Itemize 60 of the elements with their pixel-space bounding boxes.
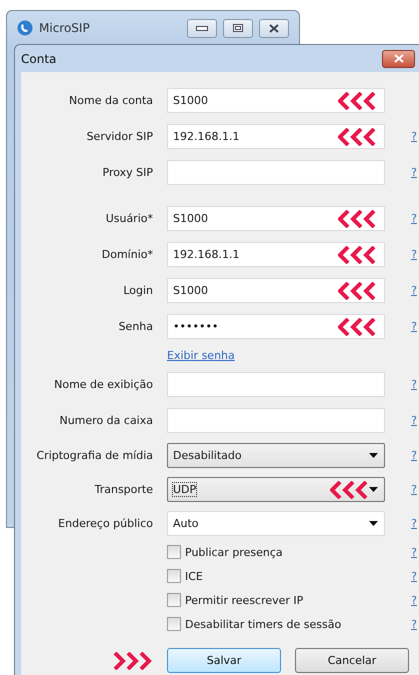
help-link[interactable]: ? bbox=[411, 378, 417, 390]
help-link[interactable]: ? bbox=[411, 618, 417, 630]
input-field[interactable]: S1000 bbox=[167, 278, 385, 302]
help-link[interactable]: ? bbox=[411, 166, 417, 178]
help-link[interactable]: ? bbox=[411, 284, 417, 296]
field-label: Transporte bbox=[94, 482, 153, 496]
help-link[interactable]: ? bbox=[411, 320, 417, 332]
help-link[interactable]: ? bbox=[411, 248, 417, 260]
input-field[interactable] bbox=[167, 408, 385, 432]
dropdown-caret-icon bbox=[369, 452, 378, 458]
help-link[interactable]: ? bbox=[411, 212, 417, 224]
field-label: Proxy SIP bbox=[102, 166, 153, 178]
input-field[interactable] bbox=[167, 160, 385, 184]
checkbox[interactable]: Permitir reescrever IP bbox=[167, 593, 385, 607]
dropdown-caret-icon bbox=[369, 486, 378, 492]
field-label: Numero da caixa bbox=[58, 414, 153, 426]
minimize-icon bbox=[196, 26, 208, 30]
window-title: MicroSIP bbox=[39, 21, 91, 35]
field-label: Login bbox=[122, 284, 153, 296]
help-link[interactable]: ? bbox=[411, 594, 417, 606]
input-field[interactable]: 192.168.1.1 bbox=[167, 124, 385, 148]
restore-icon bbox=[233, 24, 243, 32]
app-logo-icon bbox=[17, 20, 33, 36]
checkbox[interactable]: ICE bbox=[167, 569, 385, 583]
field-label: Senha bbox=[118, 320, 153, 332]
help-link[interactable]: ? bbox=[411, 570, 417, 582]
maximize-button[interactable] bbox=[223, 18, 253, 38]
show-password-link[interactable]: Exibir senha bbox=[167, 348, 235, 362]
close-button[interactable] bbox=[259, 18, 289, 38]
input-field[interactable] bbox=[167, 372, 385, 396]
field-label: Usuário* bbox=[104, 212, 153, 224]
field-label: Criptografia de mídia bbox=[36, 448, 153, 462]
cancel-button[interactable]: Cancelar bbox=[295, 648, 409, 673]
input-field[interactable]: 192.168.1.1 bbox=[167, 242, 385, 266]
help-link[interactable]: ? bbox=[411, 516, 417, 530]
close-icon bbox=[269, 24, 279, 32]
input-field[interactable]: S1000 bbox=[167, 88, 385, 112]
dropdown-field[interactable]: Desabilitado bbox=[167, 442, 385, 468]
field-label: Servidor SIP bbox=[86, 130, 153, 142]
dialog-title: Conta bbox=[21, 52, 56, 66]
field-label: Domínio* bbox=[100, 248, 153, 260]
input-field[interactable]: ••••••• bbox=[167, 314, 385, 338]
help-link[interactable]: ? bbox=[411, 130, 417, 142]
checkbox[interactable]: Publicar presença bbox=[167, 545, 385, 559]
help-link[interactable]: ? bbox=[411, 414, 417, 426]
help-link[interactable]: ? bbox=[411, 448, 417, 462]
field-label: Nome da conta bbox=[68, 94, 153, 106]
help-link[interactable]: ? bbox=[411, 546, 417, 558]
save-button[interactable]: Salvar bbox=[167, 648, 281, 673]
close-icon bbox=[394, 54, 404, 63]
field-label: Nome de exibição bbox=[53, 378, 153, 390]
input-field[interactable]: S1000 bbox=[167, 206, 385, 230]
help-link[interactable]: ? bbox=[411, 482, 417, 496]
dropdown-field[interactable]: UDP bbox=[167, 476, 385, 502]
field-label: Endereço público bbox=[57, 516, 153, 530]
dropdown-field[interactable]: Auto bbox=[167, 510, 385, 536]
checkbox[interactable]: Desabilitar timers de sessão bbox=[167, 617, 385, 631]
dropdown-caret-icon bbox=[369, 520, 378, 526]
close-button[interactable] bbox=[382, 50, 415, 68]
minimize-button[interactable] bbox=[187, 18, 217, 38]
